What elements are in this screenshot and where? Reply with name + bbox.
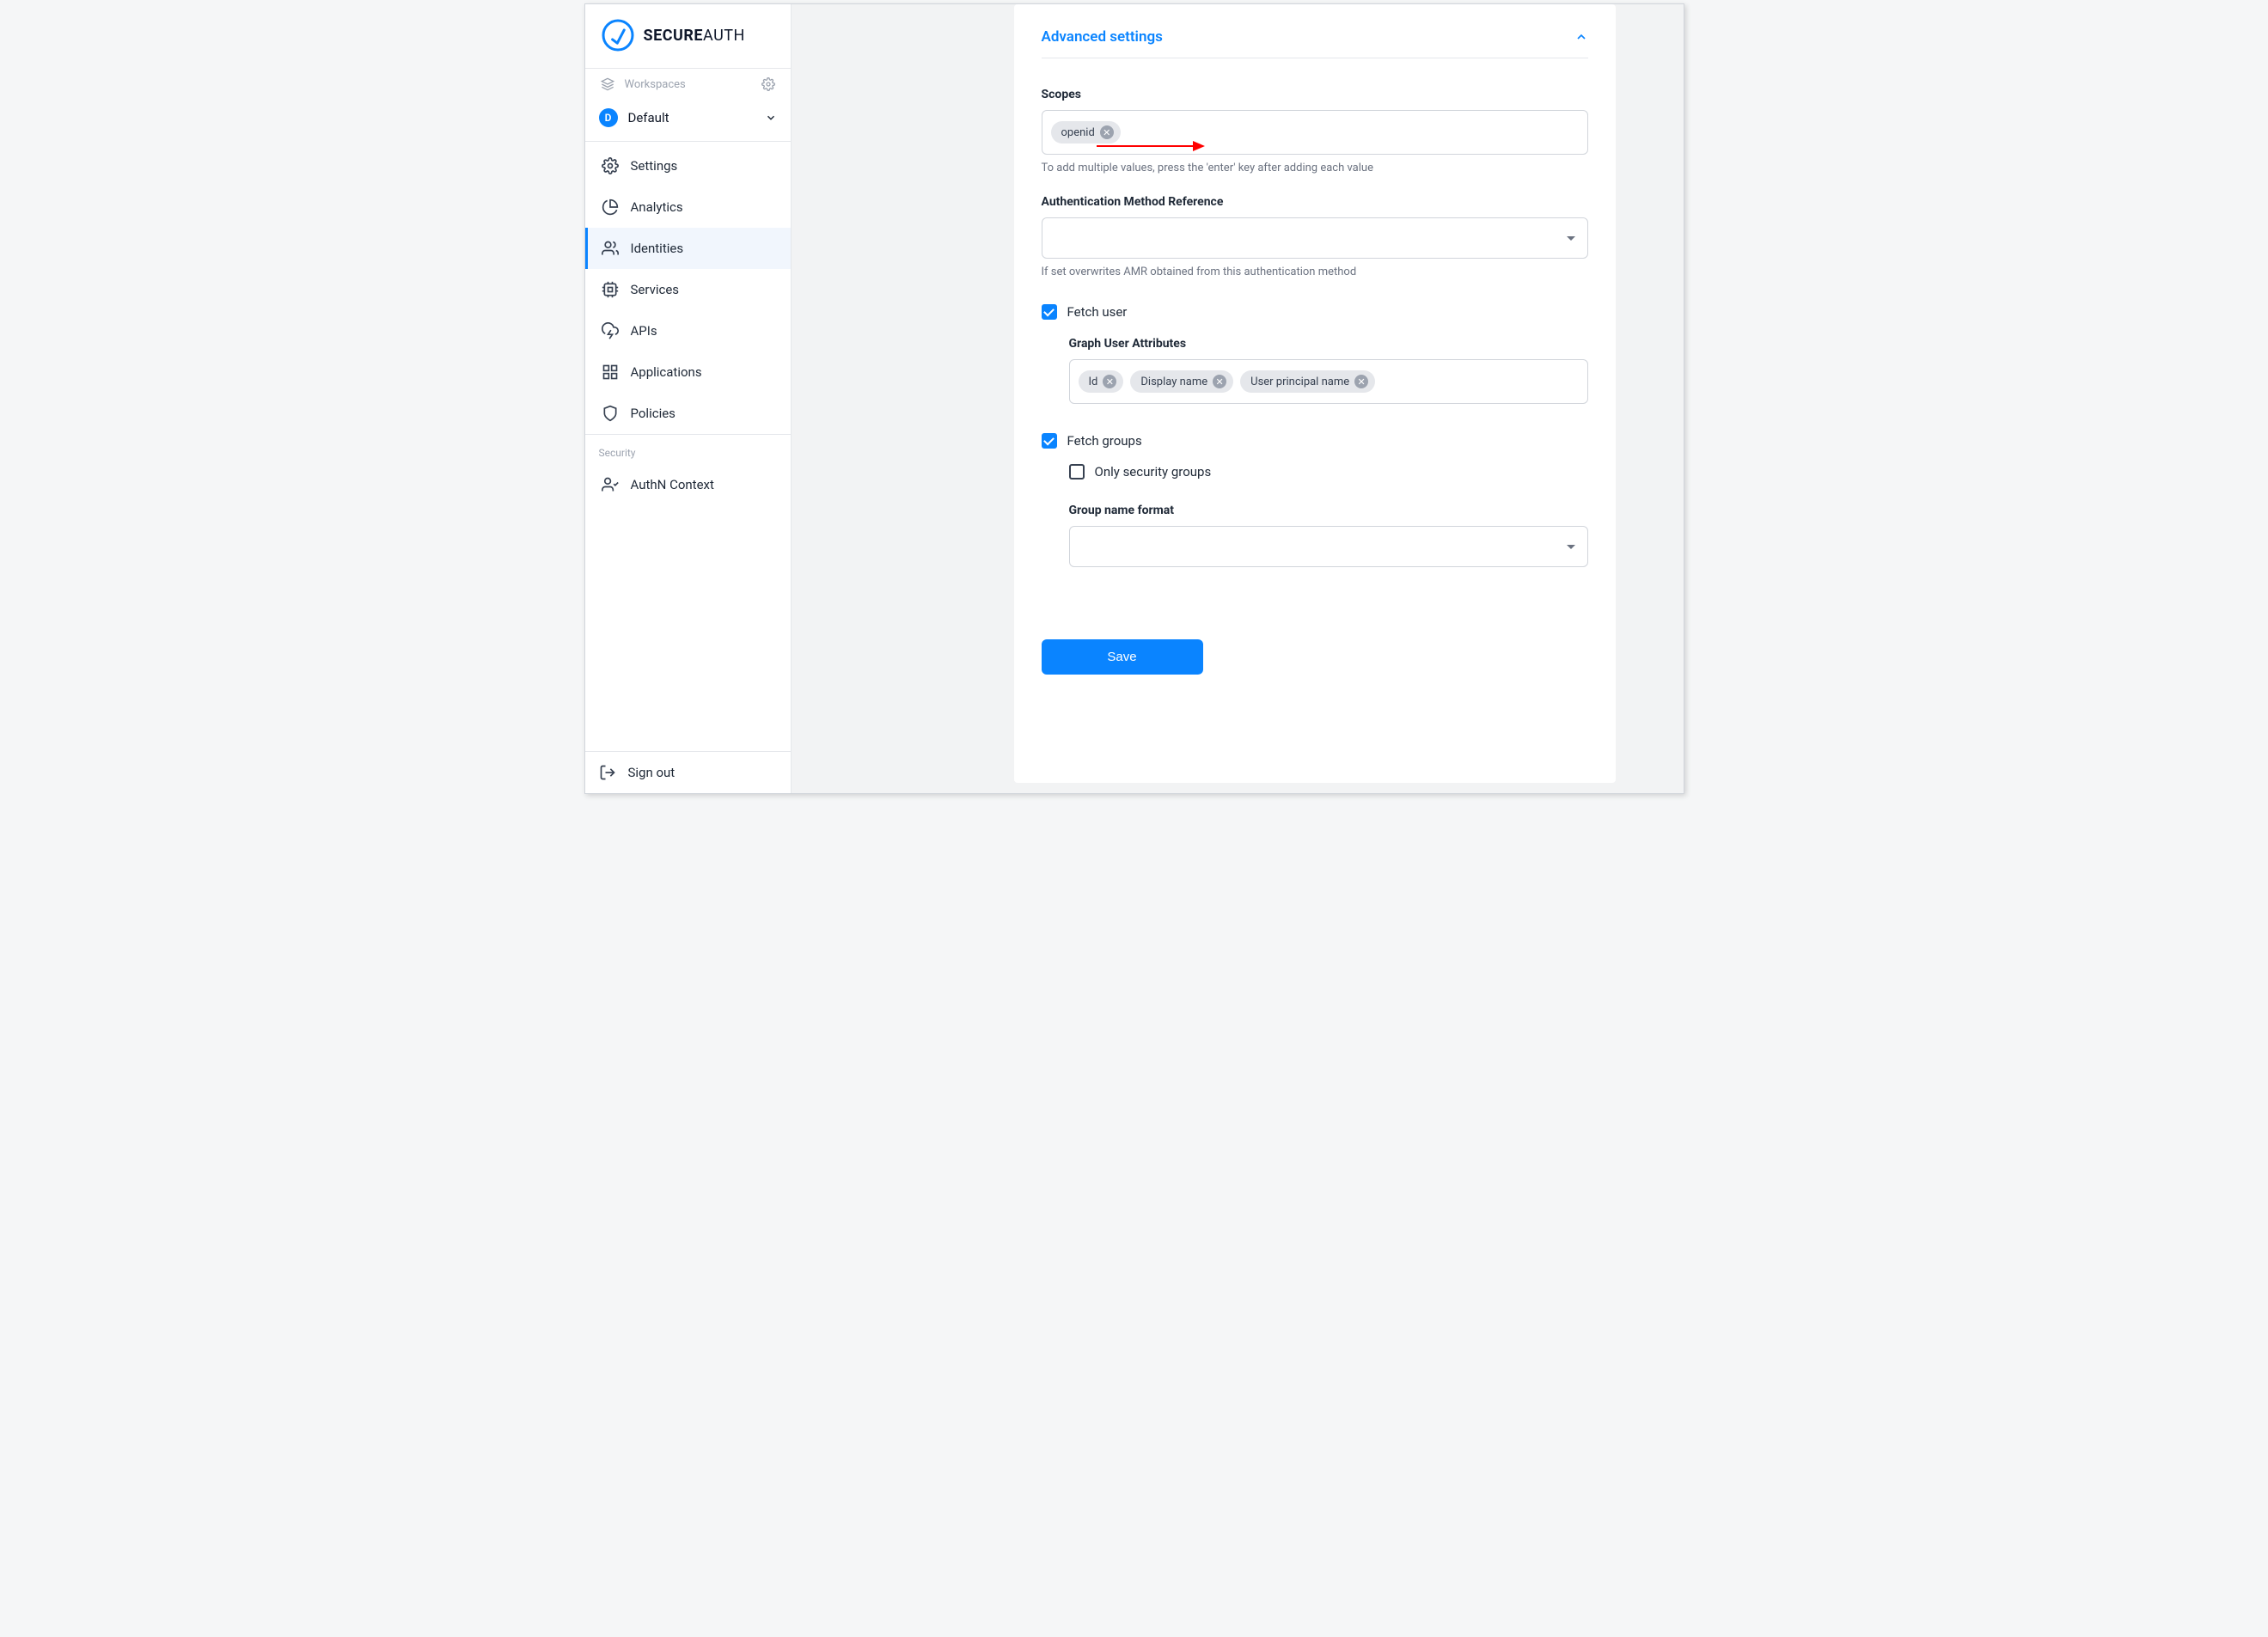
fetch-user-row: Fetch user — [1042, 304, 1588, 320]
sign-out-label: Sign out — [628, 765, 676, 780]
fetch-groups-checkbox[interactable] — [1042, 433, 1057, 449]
chip-remove-icon[interactable]: ✕ — [1100, 125, 1114, 139]
chevron-up-icon — [1574, 30, 1588, 44]
security-section-label: Security — [585, 434, 791, 464]
workspace-name: Default — [628, 110, 669, 125]
nav-identities[interactable]: Identities — [585, 228, 791, 269]
fetch-groups-sub: Only security groups Group name format — [1069, 464, 1588, 567]
brand-bold: SECURE — [644, 27, 704, 45]
nav-label: Policies — [631, 406, 676, 421]
caret-down-icon — [1567, 236, 1575, 241]
layers-icon — [599, 77, 616, 91]
fetch-groups-label: Fetch groups — [1067, 433, 1142, 449]
nav-label: Settings — [631, 158, 678, 174]
shield-icon — [602, 405, 619, 422]
section-title: Advanced settings — [1042, 28, 1163, 46]
nav-label: AuthN Context — [631, 477, 714, 492]
fetch-groups-row: Fetch groups — [1042, 433, 1588, 449]
amr-select[interactable] — [1042, 217, 1588, 259]
brand-mark-icon — [601, 18, 635, 52]
nav-label: Analytics — [631, 199, 683, 215]
amr-field: Authentication Method Reference If set o… — [1042, 195, 1588, 278]
save-button[interactable]: Save — [1042, 639, 1203, 675]
chip-label: User principal name — [1250, 376, 1349, 388]
amr-label: Authentication Method Reference — [1042, 195, 1588, 209]
nav-settings[interactable]: Settings — [585, 145, 791, 186]
primary-nav: Settings Analytics Identities Services A… — [585, 142, 791, 751]
nav-label: Services — [631, 282, 680, 297]
fetch-user-sub: Graph User Attributes Id ✕ Display name … — [1069, 337, 1588, 404]
workspace-selector[interactable]: D Default — [585, 100, 791, 142]
graph-attrs-label: Graph User Attributes — [1069, 337, 1588, 351]
nav-label: Applications — [631, 364, 702, 380]
only-security-checkbox[interactable] — [1069, 464, 1085, 479]
nav-analytics[interactable]: Analytics — [585, 186, 791, 228]
cpu-icon — [602, 281, 619, 298]
chip-remove-icon[interactable]: ✕ — [1213, 375, 1226, 388]
workspaces-header: Workspaces — [585, 69, 791, 100]
nav-services[interactable]: Services — [585, 269, 791, 310]
nav-label: Identities — [631, 241, 684, 256]
only-security-label: Only security groups — [1095, 464, 1212, 479]
workspaces-label: Workspaces — [625, 78, 686, 91]
workspace-badge: D — [599, 108, 618, 127]
fetch-user-checkbox[interactable] — [1042, 304, 1057, 320]
scopes-field: Scopes openid ✕ To add multiple values, … — [1042, 88, 1588, 174]
app-frame: SECUREAUTH Workspaces D Default Settings — [584, 3, 1684, 794]
cloud-lightning-icon — [602, 322, 619, 339]
chevron-down-icon — [765, 112, 777, 124]
chip-label: openid — [1061, 126, 1095, 139]
nav-applications[interactable]: Applications — [585, 351, 791, 393]
user-check-icon — [602, 476, 619, 493]
scopes-input[interactable]: openid ✕ — [1042, 110, 1588, 155]
only-security-row: Only security groups — [1069, 464, 1588, 479]
chip-openid: openid ✕ — [1051, 121, 1121, 144]
sidebar: SECUREAUTH Workspaces D Default Settings — [585, 4, 792, 793]
pie-chart-icon — [602, 199, 619, 216]
chip-display-name: Display name ✕ — [1130, 370, 1233, 393]
main-area: Advanced settings Scopes openid ✕ To add… — [792, 4, 1684, 793]
graph-attrs-input[interactable]: Id ✕ Display name ✕ User principal name … — [1069, 359, 1588, 404]
nav-apis[interactable]: APIs — [585, 310, 791, 351]
brand-logo: SECUREAUTH — [585, 4, 791, 69]
settings-panel: Advanced settings Scopes openid ✕ To add… — [1014, 4, 1616, 783]
chip-label: Id — [1089, 376, 1098, 388]
brand-name: SECUREAUTH — [644, 27, 745, 45]
fetch-user-label: Fetch user — [1067, 304, 1128, 320]
sign-out-button[interactable]: Sign out — [585, 751, 791, 793]
scopes-helper: To add multiple values, press the 'enter… — [1042, 162, 1588, 174]
nav-authn-context[interactable]: AuthN Context — [585, 464, 791, 505]
brand-thin: AUTH — [703, 27, 745, 45]
chip-upn: User principal name ✕ — [1240, 370, 1375, 393]
grid-icon — [602, 363, 619, 381]
users-icon — [602, 240, 619, 257]
chip-remove-icon[interactable]: ✕ — [1354, 375, 1368, 388]
log-out-icon — [599, 764, 616, 781]
amr-helper: If set overwrites AMR obtained from this… — [1042, 266, 1588, 278]
settings-icon — [602, 157, 619, 174]
chip-id: Id ✕ — [1079, 370, 1124, 393]
group-name-format-label: Group name format — [1069, 504, 1588, 517]
nav-policies[interactable]: Policies — [585, 393, 791, 434]
scopes-label: Scopes — [1042, 88, 1588, 101]
chip-remove-icon[interactable]: ✕ — [1103, 375, 1116, 388]
nav-label: APIs — [631, 323, 657, 339]
advanced-settings-toggle[interactable]: Advanced settings — [1042, 28, 1588, 58]
group-name-format-select[interactable] — [1069, 526, 1588, 567]
gear-icon[interactable] — [760, 77, 777, 91]
caret-down-icon — [1567, 545, 1575, 549]
chip-label: Display name — [1140, 376, 1207, 388]
